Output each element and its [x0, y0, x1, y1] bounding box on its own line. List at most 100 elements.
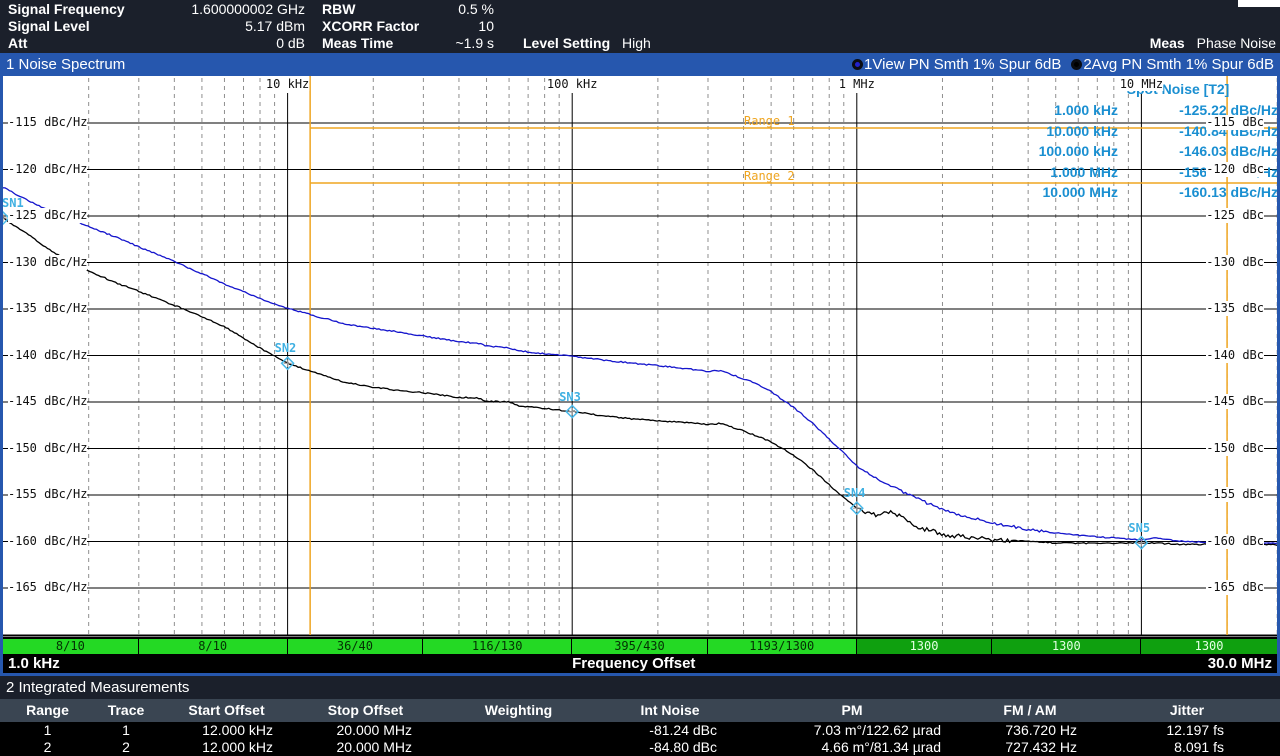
fswp-phase-noise-screen: Signal Frequency1.600000002 GHzSignal Le… [0, 0, 1280, 756]
x-axis-decade-label: 100 kHz [547, 77, 598, 91]
xcorr-segment: 1300 [992, 639, 1141, 654]
cell-fm-am: 727.432 Hz [966, 739, 1094, 756]
noise-spectrum-plot[interactable]: Spot Noise [T2] 1.000 kHz-125.22 dBc/Hz1… [0, 76, 1280, 637]
y-axis-label-right: -125 dBc [1206, 208, 1264, 223]
xcorr-segment: 8/10 [139, 639, 288, 654]
cell-start-offset: 12.000 kHz [157, 722, 296, 739]
trace-legend: 1View PN Smth 1% Spur 6dB 2Avg PN Smth 1%… [852, 56, 1274, 73]
col-header-int-noise: Int Noise [602, 699, 738, 722]
spot-noise-value: -146.03 dBc/Hz [1118, 141, 1278, 161]
xcorr-segment: 8/10 [3, 639, 139, 654]
channel-info-bar[interactable]: Signal Frequency1.600000002 GHzSignal Le… [0, 0, 1280, 53]
y-axis-label-right: -145 dBc [1206, 394, 1264, 409]
y-axis-label-left: -130 dBc/Hz [8, 255, 87, 270]
cell-int-noise: -84.80 dBc [602, 739, 738, 756]
cell-int-noise: -81.24 dBc [602, 722, 738, 739]
channel-setting-row: Signal Level5.17 dBm [8, 18, 305, 35]
col-header-range: Range [0, 699, 95, 722]
channel-setting-row: Att0 dB [8, 35, 305, 52]
window2-titlebar[interactable]: 2 Integrated Measurements [0, 676, 1280, 699]
y-axis-label-left: -165 dBc/Hz [8, 580, 87, 595]
y-axis-label-right: -165 dBc [1206, 580, 1264, 595]
cell-fm-am: 736.720 Hz [966, 722, 1094, 739]
frequency-axis-bar: 1.0 kHz Frequency Offset 30.0 MHz [0, 654, 1280, 673]
trace-2-dot-icon [1071, 59, 1082, 70]
y-axis-label-left: -125 dBc/Hz [8, 208, 87, 223]
channel-setting-value: ~1.9 s [455, 35, 494, 52]
level-setting-value: High [622, 35, 651, 51]
y-axis-label-left: -140 dBc/Hz [8, 348, 87, 363]
col-header-weighting: Weighting [435, 699, 602, 722]
xcorr-segment: 395/430 [572, 639, 708, 654]
axis-stop-label: 30.0 MHz [1208, 655, 1272, 672]
spot-noise-value: -160.13 dBc/Hz [1118, 182, 1278, 202]
channel-info-col1: Signal Frequency1.600000002 GHzSignal Le… [8, 1, 305, 52]
y-axis-label-left: -150 dBc/Hz [8, 441, 87, 456]
col-header-fm-am: FM / AM [966, 699, 1094, 722]
spot-noise-frequency: 10.000 kHz [978, 121, 1118, 141]
channel-setting-value: 0.5 % [458, 1, 494, 18]
y-axis-label-right: -135 dBc [1206, 301, 1264, 316]
channel-setting-value: 10 [478, 18, 494, 35]
trace-1-dot-icon [852, 59, 863, 70]
meas-mode: Meas Phase Noise [1150, 35, 1276, 52]
channel-setting-label: Signal Frequency [8, 1, 125, 18]
meas-mode-value: Phase Noise [1197, 35, 1276, 51]
window2-title: 2 Integrated Measurements [6, 679, 189, 696]
x-axis-decade-label: 1 MHz [839, 77, 875, 91]
xcorr-segment: 36/40 [288, 639, 424, 654]
channel-setting-label: XCORR Factor [322, 18, 419, 35]
SN3-marker-label: SN3 [559, 391, 581, 404]
col-header-stop-offset: Stop Offset [296, 699, 435, 722]
y-axis-label-right: -120 dBc [1206, 162, 1264, 177]
channel-setting-label: Meas Time [322, 35, 393, 52]
y-axis-label-left: -120 dBc/Hz [8, 162, 87, 177]
col-header-pm: PM [738, 699, 966, 722]
spot-noise-frequency: 1.000 MHz [978, 162, 1118, 182]
table-row[interactable]: 1112.000 kHz20.000 MHz-81.24 dBc7.03 m°/… [0, 722, 1280, 739]
channel-setting-value: 5.17 dBm [245, 18, 305, 35]
legend-trace-1[interactable]: 1View PN Smth 1% Spur 6dB [852, 56, 1061, 73]
cell-stop-offset: 20.000 MHz [296, 739, 435, 756]
spot-noise-frequency: 1.000 kHz [978, 100, 1118, 120]
window1-titlebar[interactable]: 1 Noise Spectrum 1View PN Smth 1% Spur 6… [0, 53, 1280, 76]
cell-weighting [435, 739, 602, 756]
SN2-marker-label: SN2 [275, 342, 297, 355]
table-header-row: RangeTraceStart OffsetStop OffsetWeighti… [0, 699, 1280, 722]
level-setting: Level Setting High [523, 35, 651, 52]
cell-trace: 1 [95, 722, 157, 739]
y-axis-label-right: -115 dBc [1206, 115, 1264, 130]
cell-pm: 7.03 m°/122.62 µrad [738, 722, 966, 739]
xcorr-segment: 116/130 [423, 639, 572, 654]
legend-trace-label: 1View PN Smth 1% Spur 6dB [864, 56, 1061, 73]
corner-box [1238, 0, 1280, 7]
channel-setting-row: Signal Frequency1.600000002 GHz [8, 1, 305, 18]
xcorr-progress-bar: 8/108/1036/40116/130395/4301193/13001300… [3, 639, 1277, 654]
range-label: Range 2 [744, 170, 795, 183]
x-axis-decade-label: 10 kHz [266, 77, 309, 91]
y-axis-label-left: -160 dBc/Hz [8, 534, 87, 549]
meas-mode-label: Meas [1150, 35, 1185, 51]
x-axis-decade-label: 10 MHz [1120, 77, 1163, 91]
spot-noise-row: 10.000 MHz-160.13 dBc/Hz [968, 182, 1278, 202]
legend-trace-2[interactable]: 2Avg PN Smth 1% Spur 6dB [1071, 56, 1274, 73]
channel-setting-row: Meas Time ~1.9 s [322, 35, 494, 52]
integrated-measurements-table: RangeTraceStart OffsetStop OffsetWeighti… [0, 699, 1280, 756]
cell-range: 2 [0, 739, 95, 756]
cell-pm: 4.66 m°/81.34 µrad [738, 739, 966, 756]
y-axis-label-left: -145 dBc/Hz [8, 394, 87, 409]
y-axis-label-right: -140 dBc [1206, 348, 1264, 363]
xcorr-segment: 1300 [1141, 639, 1277, 654]
channel-setting-value: 0 dB [276, 35, 305, 52]
xcorr-segment: 1300 [857, 639, 993, 654]
table-row[interactable]: 2212.000 kHz20.000 MHz-84.80 dBc4.66 m°/… [0, 739, 1280, 756]
y-axis-label-left: -115 dBc/Hz [8, 115, 87, 130]
spot-noise-frequency: 100.000 kHz [978, 141, 1118, 161]
y-axis-label-right: -130 dBc [1206, 255, 1264, 270]
cell-start-offset: 12.000 kHz [157, 739, 296, 756]
level-setting-label: Level Setting [523, 35, 610, 51]
cell-jitter: 12.197 fs [1094, 722, 1280, 739]
col-header-trace: Trace [95, 699, 157, 722]
spot-noise-frequency: 10.000 MHz [978, 182, 1118, 202]
y-axis-label-right: -150 dBc [1206, 441, 1264, 456]
